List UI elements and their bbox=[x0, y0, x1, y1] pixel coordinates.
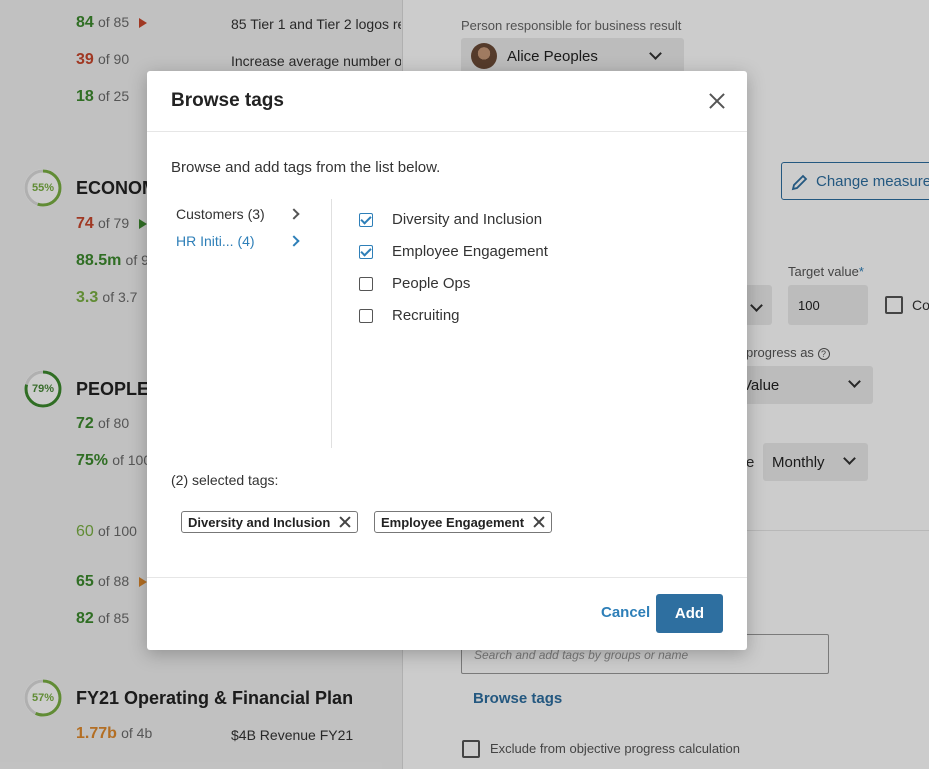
chevron-right-icon bbox=[288, 208, 300, 220]
tag-group-hr-initiatives[interactable]: HR Initi... (4) bbox=[176, 233, 302, 249]
tag-option-label: Employee Engagement bbox=[392, 243, 548, 260]
checkbox[interactable] bbox=[359, 276, 373, 291]
selected-tags-count: (2) selected tags: bbox=[171, 472, 279, 488]
checkbox[interactable] bbox=[359, 308, 373, 323]
cancel-button[interactable]: Cancel bbox=[601, 604, 650, 621]
browse-tags-dialog: Browse tags Browse and add tags from the… bbox=[147, 71, 747, 650]
tag-group-label: HR Initi... (4) bbox=[176, 233, 255, 249]
add-button[interactable]: Add bbox=[656, 594, 723, 633]
chip-label: Employee Engagement bbox=[381, 514, 525, 530]
divider bbox=[147, 577, 747, 578]
selected-tag-chip: Employee Engagement bbox=[374, 511, 553, 533]
close-icon[interactable] bbox=[707, 91, 727, 111]
remove-tag-icon[interactable] bbox=[533, 516, 545, 528]
divider bbox=[331, 199, 332, 448]
divider bbox=[147, 131, 747, 132]
tag-option[interactable]: Employee Engagement bbox=[359, 243, 548, 260]
chip-label: Diversity and Inclusion bbox=[188, 514, 331, 530]
checkbox-checked[interactable] bbox=[359, 244, 373, 259]
remove-tag-icon[interactable] bbox=[339, 516, 351, 528]
tag-option-label: Recruiting bbox=[392, 307, 460, 324]
tag-option[interactable]: Recruiting bbox=[359, 307, 460, 324]
checkbox-checked[interactable] bbox=[359, 212, 373, 227]
tag-option-label: Diversity and Inclusion bbox=[392, 211, 543, 228]
chevron-right-icon bbox=[288, 235, 300, 247]
tag-option[interactable]: Diversity and Inclusion bbox=[359, 211, 542, 228]
tag-option-label: People Ops bbox=[392, 275, 471, 292]
selected-tag-chip: Diversity and Inclusion bbox=[181, 511, 359, 533]
dialog-title: Browse tags bbox=[171, 90, 284, 111]
tag-group-label: Customers (3) bbox=[176, 206, 265, 222]
tag-option[interactable]: People Ops bbox=[359, 275, 470, 292]
dialog-instructions: Browse and add tags from the list below. bbox=[171, 159, 441, 176]
tag-group-customers[interactable]: Customers (3) bbox=[176, 206, 302, 222]
